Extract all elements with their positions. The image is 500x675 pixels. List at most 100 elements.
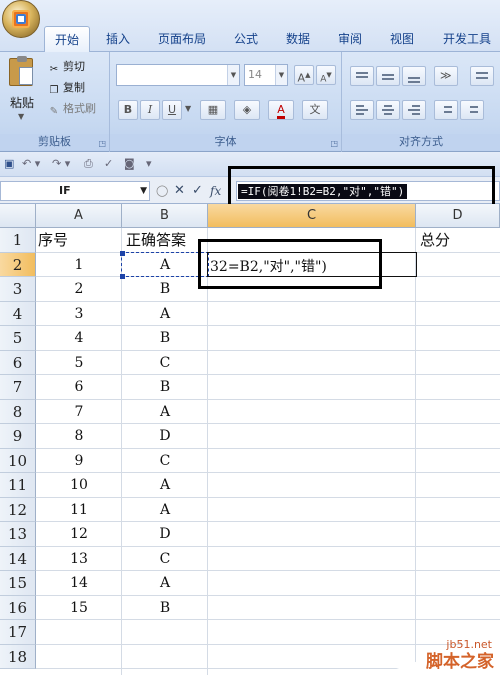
column-header-d[interactable]: D [416, 204, 500, 228]
align-right-button[interactable] [402, 100, 426, 120]
row-header[interactable]: 16 [0, 595, 36, 620]
office-button[interactable] [2, 0, 40, 38]
font-color-button[interactable]: A [268, 100, 294, 120]
row-header[interactable]: 15 [0, 571, 36, 596]
row-header[interactable]: 18 [0, 644, 36, 669]
cancel-icon[interactable]: ✕ [174, 182, 185, 200]
customize-qat-icon[interactable]: ▾ [146, 156, 152, 172]
cell-a[interactable] [36, 645, 122, 670]
phonetic-button[interactable]: 文 [302, 100, 328, 120]
cell-a[interactable]: 15 [36, 596, 122, 621]
align-left-button[interactable] [350, 100, 374, 120]
clipboard-launcher-icon[interactable]: ◳ [98, 139, 106, 148]
row-header[interactable]: 5 [0, 326, 36, 351]
cell-a[interactable]: 9 [36, 449, 122, 474]
row-header[interactable]: 2 [0, 252, 36, 277]
cell-a[interactable]: 6 [36, 375, 122, 400]
cell-b[interactable]: C [122, 547, 208, 572]
cell-a[interactable]: 3 [36, 302, 122, 327]
tab-home[interactable]: 开始 [44, 26, 90, 52]
cell-b[interactable]: A [122, 302, 208, 327]
underline-button[interactable]: U [162, 100, 182, 120]
cell-b[interactable]: C [122, 351, 208, 376]
cell-b[interactable]: B [122, 375, 208, 400]
row-header[interactable]: 13 [0, 522, 36, 547]
italic-button[interactable]: I [140, 100, 160, 120]
cell-a[interactable] [36, 620, 122, 645]
format-painter-button[interactable]: ✎ 格式刷 [48, 100, 96, 118]
row-header[interactable]: 6 [0, 350, 36, 375]
insert-function-button[interactable]: fx [210, 182, 221, 200]
cell-b[interactable]: D [122, 424, 208, 449]
row-header[interactable]: 11 [0, 473, 36, 498]
wrap-text-button[interactable] [470, 66, 494, 86]
row-header[interactable]: 14 [0, 546, 36, 571]
cell-a[interactable]: 12 [36, 522, 122, 547]
cut-button[interactable]: ✂ 剪切 [48, 58, 85, 76]
font-size-select[interactable]: 14 ▼ [244, 64, 288, 86]
spreadsheet-grid[interactable]: A B C D 1 序号 正确答案 总分 2 1 A 3 2 B 4 3 A 5 4 B 6 5 C 7 6 B 8 7 A 9 8 D 10 9… [0, 204, 500, 675]
cell-a[interactable]: 4 [36, 326, 122, 351]
align-top-button[interactable] [350, 66, 374, 86]
row-header[interactable]: 10 [0, 448, 36, 473]
tab-review[interactable]: 审阅 [330, 26, 370, 52]
cell-b[interactable]: B [122, 596, 208, 621]
cell-b[interactable]: A [122, 400, 208, 425]
name-box-dropdown-icon[interactable]: ▼ [140, 182, 147, 200]
align-middle-button[interactable] [376, 66, 400, 86]
save-icon[interactable]: ▣ [4, 156, 14, 172]
tab-view[interactable]: 视图 [382, 26, 422, 52]
borders-button[interactable]: ▦ [200, 100, 226, 120]
row-header[interactable]: 8 [0, 399, 36, 424]
cell-a[interactable]: 5 [36, 351, 122, 376]
bold-button[interactable]: B [118, 100, 138, 120]
cell-a[interactable]: 8 [36, 424, 122, 449]
tab-developer[interactable]: 开发工具 [436, 26, 498, 52]
cell-b[interactable]: C [122, 449, 208, 474]
shrink-font-button[interactable]: A▼ [316, 65, 336, 85]
tab-insert[interactable]: 插入 [98, 26, 138, 52]
row-header[interactable]: 4 [0, 301, 36, 326]
row-header[interactable]: 7 [0, 375, 36, 400]
select-all-corner[interactable] [0, 204, 36, 228]
grow-font-button[interactable]: A▲ [294, 65, 314, 85]
undo-icon[interactable]: ↶ ▾ [22, 156, 40, 172]
column-header-b[interactable]: B [122, 204, 208, 228]
row-header[interactable]: 3 [0, 277, 36, 302]
row-header[interactable]: 17 [0, 620, 36, 645]
cell-b[interactable] [122, 620, 208, 645]
tab-data[interactable]: 数据 [278, 26, 318, 52]
cell-b[interactable] [122, 645, 208, 670]
decrease-indent-button[interactable] [434, 100, 458, 120]
spelling-icon[interactable]: ✓ [104, 156, 113, 172]
row-header[interactable]: 12 [0, 497, 36, 522]
column-header-c[interactable]: C [208, 204, 416, 228]
redo-icon[interactable]: ↷ ▾ [52, 156, 70, 172]
camera-icon[interactable]: ◙ [124, 156, 135, 172]
font-name-select[interactable]: ▼ [116, 64, 240, 86]
cell-b[interactable]: A [122, 571, 208, 596]
copy-button[interactable]: ❐ 复制 [48, 79, 85, 97]
cell-a[interactable]: 2 [36, 277, 122, 302]
fill-color-button[interactable]: ◈ [234, 100, 260, 120]
print-preview-icon[interactable]: ⎙ [84, 156, 93, 172]
increase-indent-button[interactable] [460, 100, 484, 120]
cell-a[interactable]: 1 [36, 253, 122, 278]
cell-a[interactable]: 序号 [38, 228, 124, 253]
cell-a[interactable]: 14 [36, 571, 122, 596]
orientation-button[interactable]: ≫ [434, 66, 458, 86]
cell-d[interactable]: 总分 [420, 228, 450, 253]
cell-b[interactable]: A [122, 473, 208, 498]
cell-b[interactable]: B [122, 277, 208, 302]
tab-page-layout[interactable]: 页面布局 [150, 26, 214, 52]
cell-a[interactable]: 13 [36, 547, 122, 572]
tab-formulas[interactable]: 公式 [226, 26, 266, 52]
row-header[interactable]: 1 [0, 228, 36, 253]
paste-button[interactable]: 粘贴 ▼ [6, 56, 38, 126]
align-bottom-button[interactable] [402, 66, 426, 86]
font-launcher-icon[interactable]: ◳ [330, 139, 338, 148]
name-box[interactable]: IF ▼ [0, 181, 150, 201]
cell-a[interactable]: 10 [36, 473, 122, 498]
cell-a[interactable]: 7 [36, 400, 122, 425]
cell-b[interactable]: B [122, 326, 208, 351]
